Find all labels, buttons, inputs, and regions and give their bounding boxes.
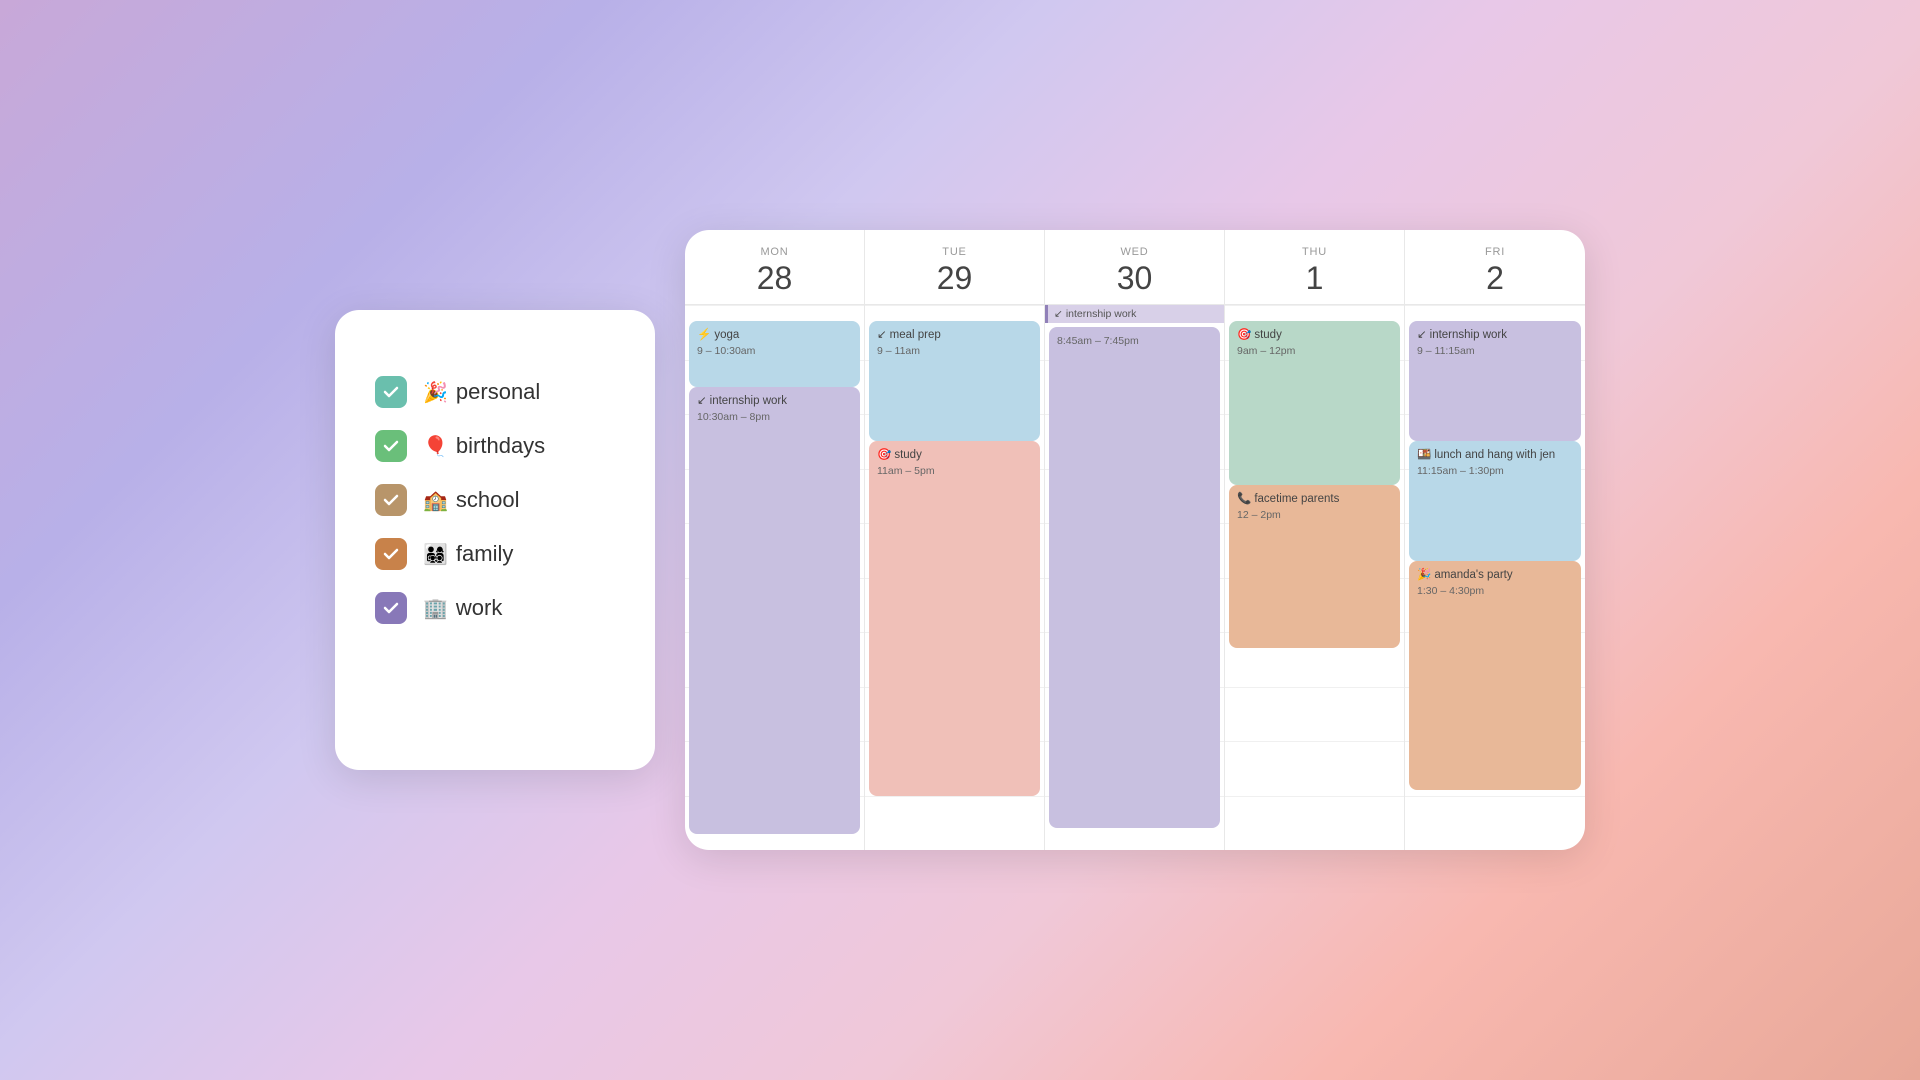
event-time: 9 – 10:30am xyxy=(697,344,852,359)
day-number: 29 xyxy=(865,262,1044,294)
label-text-birthdays: birthdays xyxy=(456,433,545,459)
calendar-header: MON 28 TUE 29 WED 30 THU 1 FRI 2 xyxy=(685,230,1585,305)
event-time: 9 – 11:15am xyxy=(1417,344,1573,359)
event-emoji: 🎯 xyxy=(1237,327,1251,343)
day-name: FRI xyxy=(1405,246,1585,258)
event-tue-1[interactable]: 🎯 study 11am – 5pm xyxy=(869,441,1040,795)
event-mon-1[interactable]: ↙ internship work 10:30am – 8pm xyxy=(689,387,860,834)
event-title: 🎯 study xyxy=(877,447,1032,463)
event-mon-0[interactable]: ⚡ yoga 9 – 10:30am xyxy=(689,321,860,386)
event-name: yoga xyxy=(714,327,739,343)
day-column-tue: ↙ meal prep 9 – 11am 🎯 study 11am – 5pm xyxy=(865,305,1045,850)
day-header-thu: THU 1 xyxy=(1225,230,1405,304)
checkbox-birthdays[interactable] xyxy=(375,430,407,462)
event-name: meal prep xyxy=(890,327,941,343)
checkbox-family[interactable] xyxy=(375,538,407,570)
calendar-label-birthdays: 🎈 birthdays xyxy=(423,433,545,459)
event-tue-0[interactable]: ↙ meal prep 9 – 11am xyxy=(869,321,1040,441)
day-number: 1 xyxy=(1225,262,1404,294)
event-emoji: 🎯 xyxy=(877,447,891,463)
day-name: MON xyxy=(685,246,864,258)
sidebar-item-birthdays[interactable]: 🎈 birthdays xyxy=(375,430,615,462)
sidebar-item-work[interactable]: 🏢 work xyxy=(375,592,615,624)
event-fri-2[interactable]: 🎉 amanda's party 1:30 – 4:30pm xyxy=(1409,561,1581,790)
banner-event-wed[interactable]: ↙internship work xyxy=(1045,305,1224,323)
event-time: 1:30 – 4:30pm xyxy=(1417,584,1573,599)
calendar-label-family: 👨‍👩‍👧‍👦 family xyxy=(423,541,513,567)
label-text-work: work xyxy=(456,595,502,621)
event-name: internship work xyxy=(1430,327,1507,343)
event-name: lunch and hang with jen xyxy=(1434,447,1555,463)
day-header-fri: FRI 2 xyxy=(1405,230,1585,304)
label-text-school: school xyxy=(456,487,520,513)
label-text-family: family xyxy=(456,541,513,567)
day-column-wed: ↙internship work 8:45am – 7:45pm xyxy=(1045,305,1225,850)
event-name: study xyxy=(1254,327,1282,343)
calendar-label-personal: 🎉 personal xyxy=(423,379,540,405)
event-wed-internship[interactable]: 8:45am – 7:45pm xyxy=(1049,327,1220,828)
checkbox-work[interactable] xyxy=(375,592,407,624)
calendar-body: ⚡ yoga 9 – 10:30am ↙ internship work 10:… xyxy=(685,305,1585,850)
day-column-thu: 🎯 study 9am – 12pm 📞 facetime parents 12… xyxy=(1225,305,1405,850)
event-name: amanda's party xyxy=(1434,567,1512,583)
event-emoji: 📞 xyxy=(1237,491,1251,507)
event-title: ↙ meal prep xyxy=(877,327,1032,343)
emoji-work: 🏢 xyxy=(423,596,448,621)
day-name: TUE xyxy=(865,246,1044,258)
day-column-fri: ↙ internship work 9 – 11:15am 🍱 lunch an… xyxy=(1405,305,1585,850)
checkbox-personal[interactable] xyxy=(375,376,407,408)
sidebar-item-school[interactable]: 🏫 school xyxy=(375,484,615,516)
day-number: 28 xyxy=(685,262,864,294)
event-title: 🎯 study xyxy=(1237,327,1392,343)
day-number: 30 xyxy=(1045,262,1224,294)
sidebar-item-family[interactable]: 👨‍👩‍👧‍👦 family xyxy=(375,538,615,570)
day-header-tue: TUE 29 xyxy=(865,230,1045,304)
event-title: 📞 facetime parents xyxy=(1237,491,1392,507)
event-title: ↙ internship work xyxy=(697,393,852,409)
day-header-mon: MON 28 xyxy=(685,230,865,304)
sidebar: 🎉 personal 🎈 birthdays 🏫 school xyxy=(335,310,655,770)
label-text-personal: personal xyxy=(456,379,540,405)
event-title: 🎉 amanda's party xyxy=(1417,567,1573,583)
event-name: facetime parents xyxy=(1254,491,1339,507)
day-header-wed: WED 30 xyxy=(1045,230,1225,304)
banner-icon: ↙ xyxy=(1054,308,1063,320)
event-emoji: ↙ xyxy=(697,393,707,409)
calendar-label-school: 🏫 school xyxy=(423,487,520,513)
event-time: 9am – 12pm xyxy=(1237,344,1392,359)
event-emoji: 🎉 xyxy=(1417,567,1431,583)
event-title: ↙ internship work xyxy=(1417,327,1573,343)
emoji-personal: 🎉 xyxy=(423,380,448,405)
event-emoji: ↙ xyxy=(877,327,887,343)
emoji-family: 👨‍👩‍👧‍👦 xyxy=(423,542,448,567)
emoji-school: 🏫 xyxy=(423,488,448,513)
event-time: 12 – 2pm xyxy=(1237,508,1392,523)
event-emoji: ↙ xyxy=(1417,327,1427,343)
event-time: 10:30am – 8pm xyxy=(697,410,852,425)
event-thu-0[interactable]: 🎯 study 9am – 12pm xyxy=(1229,321,1400,485)
event-time: 11am – 5pm xyxy=(877,464,1032,479)
event-fri-0[interactable]: ↙ internship work 9 – 11:15am xyxy=(1409,321,1581,441)
event-title: ⚡ yoga xyxy=(697,327,852,343)
day-name: WED xyxy=(1045,246,1224,258)
event-time: 9 – 11am xyxy=(877,344,1032,359)
event-emoji: ⚡ xyxy=(697,327,711,343)
event-title: 🍱 lunch and hang with jen xyxy=(1417,447,1573,463)
event-emoji: 🍱 xyxy=(1417,447,1431,463)
calendar-panel: MON 28 TUE 29 WED 30 THU 1 FRI 2 ⚡ yoga … xyxy=(685,230,1585,850)
day-name: THU xyxy=(1225,246,1404,258)
banner-title: internship work xyxy=(1066,308,1137,320)
event-time: 11:15am – 1:30pm xyxy=(1417,464,1573,479)
day-number: 2 xyxy=(1405,262,1585,294)
emoji-birthdays: 🎈 xyxy=(423,434,448,459)
sidebar-item-personal[interactable]: 🎉 personal xyxy=(375,376,615,408)
event-name: internship work xyxy=(710,393,787,409)
event-name: study xyxy=(894,447,922,463)
event-fri-1[interactable]: 🍱 lunch and hang with jen 11:15am – 1:30… xyxy=(1409,441,1581,561)
day-column-mon: ⚡ yoga 9 – 10:30am ↙ internship work 10:… xyxy=(685,305,865,850)
calendar-label-work: 🏢 work xyxy=(423,595,502,621)
event-time: 8:45am – 7:45pm xyxy=(1057,334,1212,349)
event-thu-1[interactable]: 📞 facetime parents 12 – 2pm xyxy=(1229,485,1400,649)
checkbox-school[interactable] xyxy=(375,484,407,516)
